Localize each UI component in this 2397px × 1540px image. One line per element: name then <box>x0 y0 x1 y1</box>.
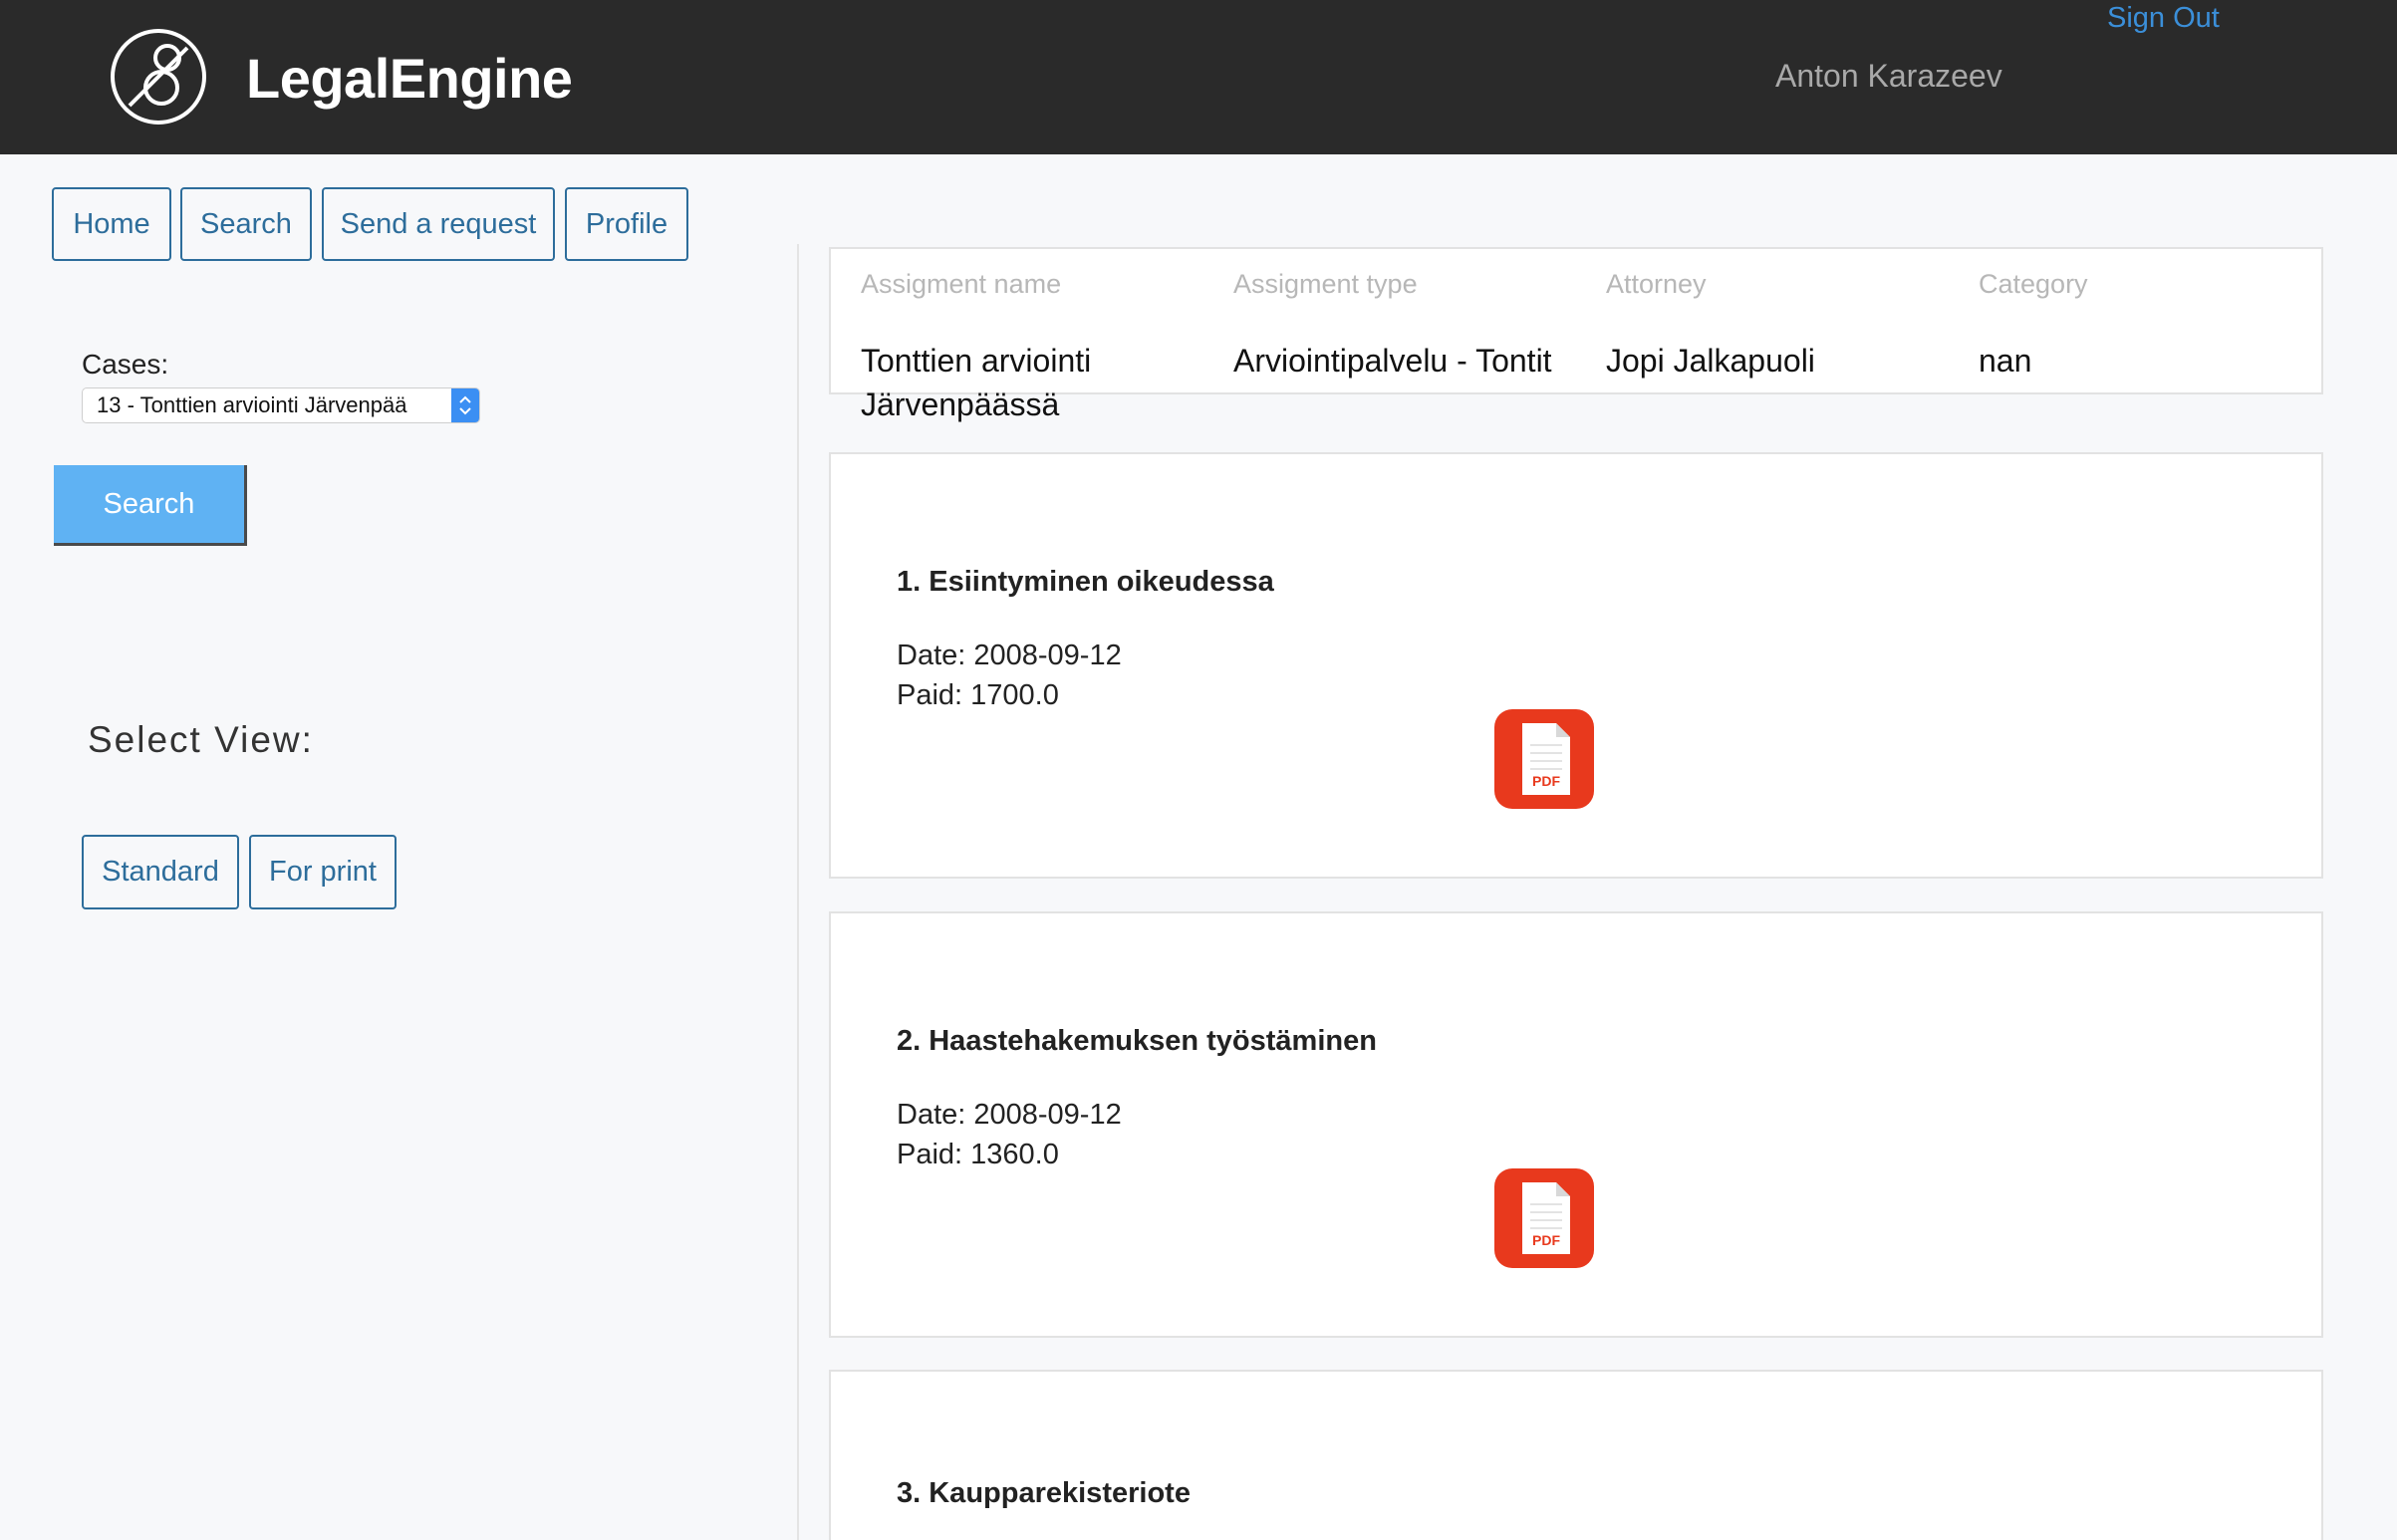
pdf-icon[interactable]: PDF <box>1494 709 1594 809</box>
category-value: nan <box>1979 343 2032 379</box>
pdf-label: PDF <box>1532 1232 1560 1248</box>
item-paid: Paid: 1360.0 <box>897 1139 1059 1170</box>
pdf-label: PDF <box>1532 773 1560 789</box>
list-item: 3. Kaupparekisteriote <box>829 1370 2323 1540</box>
sign-out-link[interactable]: Sign Out <box>2107 2 2220 35</box>
brand-name[interactable]: LegalEngine <box>246 46 573 111</box>
item-title: 2. Haastehakemuksen työstäminen <box>897 1025 1377 1057</box>
assignment-name-header: Assigment name <box>861 269 1062 299</box>
nav-search-button[interactable]: Search <box>180 187 312 261</box>
cases-select[interactable]: 13 - Tonttien arviointi Järvenpää <box>82 387 480 423</box>
pdf-icon[interactable]: PDF <box>1494 1168 1594 1268</box>
assignment-type-value: Arviointipalvelu - Tontit <box>1233 343 1552 379</box>
item-date: Date: 2008-09-12 <box>897 1099 1122 1131</box>
nav-home-button[interactable]: Home <box>52 187 171 261</box>
item-paid: Paid: 1700.0 <box>897 679 1059 711</box>
legalengine-logo-icon <box>111 29 206 125</box>
column-divider <box>797 244 799 1540</box>
nav-send-request-button[interactable]: Send a request <box>322 187 555 261</box>
list-item: 1. Esiintyminen oikeudessa Date: 2008-09… <box>829 452 2323 879</box>
assignment-type-header: Assigment type <box>1233 269 1418 299</box>
select-view-label: Select View: <box>88 719 314 760</box>
nav-profile-button[interactable]: Profile <box>565 187 688 261</box>
user-name: Anton Karazeev <box>1775 58 2002 94</box>
assignment-name-value: Tonttien arviointi Järvenpäässä <box>861 343 1092 422</box>
attorney-header: Attorney <box>1606 269 1707 299</box>
view-print-button[interactable]: For print <box>249 835 397 909</box>
view-standard-button[interactable]: Standard <box>82 835 239 909</box>
cases-select-value: 13 - Tonttien arviointi Järvenpää <box>97 392 407 417</box>
assignment-info-card: Assigment name Tonttien arviointi Järven… <box>829 247 2323 422</box>
list-item: 2. Haastehakemuksen työstäminen Date: 20… <box>829 911 2323 1338</box>
item-title: 1. Esiintyminen oikeudessa <box>897 566 1274 598</box>
cases-search-button[interactable]: Search <box>54 465 247 546</box>
attorney-value: Jopi Jalkapuoli <box>1606 343 1815 379</box>
item-title: 3. Kaupparekisteriote <box>897 1477 1191 1509</box>
cases-label: Cases: <box>82 349 169 380</box>
category-header: Category <box>1979 269 2088 299</box>
item-date: Date: 2008-09-12 <box>897 640 1122 671</box>
select-arrows-icon <box>451 388 479 422</box>
top-bar: LegalEngine Sign Out Anton Karazeev <box>0 0 2397 154</box>
